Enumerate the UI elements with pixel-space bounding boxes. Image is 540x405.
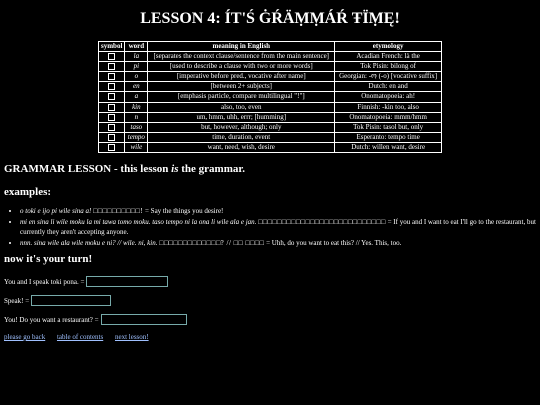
list-item: mi en sina li wile moku la mi tawa tomo … (20, 217, 540, 237)
missing-glyph-icon (108, 133, 116, 141)
missing-glyph-icon (108, 53, 116, 60)
question-label: You! Do you want a restaurant? = (4, 315, 99, 324)
meaning-cell: but, however, although; only (147, 121, 336, 133)
table-row: a [emphasis particle, compare multilingua… (97, 91, 442, 103)
etymology-cell: Dutch: en and (334, 81, 442, 93)
glyph-text: □□□□□□□□□□□□□□□□□□□□□□□□□□□ (258, 218, 386, 227)
meaning-cell: [between 2+ subjects] (147, 81, 336, 93)
meaning-cell: [separates the context clause/sentence f… (147, 50, 336, 63)
symbol-cell (97, 121, 126, 133)
etymology-cell: Finnish: -kin too, also (334, 101, 442, 113)
symbol-cell (97, 141, 126, 154)
table-row: la [separates the context clause/sentence… (97, 50, 442, 63)
word-cell: o (124, 71, 149, 83)
word-cell: tempo (124, 131, 149, 143)
symbol-cell (97, 101, 126, 113)
examples-heading: examples: (4, 186, 52, 198)
answer-input-3[interactable] (100, 314, 187, 325)
missing-glyph-icon (108, 83, 116, 91)
table-row: tempo time, duration, event Esperanto: tem… (97, 131, 442, 143)
vocabulary-table: symbol word meaning in English etymology… (97, 41, 442, 154)
meaning-cell: also, too, even (147, 101, 336, 113)
missing-glyph-icon (108, 143, 116, 151)
missing-glyph-icon (108, 93, 116, 101)
toki-pona-text: o toki e ijo pi wile sina a! (20, 207, 92, 215)
list-item: o toki e ijo pi wile sina a! □□□□□□□□□□!… (20, 206, 540, 216)
word-cell: kin (124, 101, 149, 113)
back-link[interactable]: please go back (4, 333, 45, 341)
column-header-word: word (124, 41, 149, 52)
column-header-etymology: etymology (334, 41, 442, 52)
quiz-question-3: You! Do you want a restaurant? = (4, 314, 187, 325)
missing-glyph-icon (108, 103, 116, 111)
meaning-cell: [imperative before pred., vocative after… (147, 71, 336, 83)
symbol-cell (97, 81, 126, 93)
toki-pona-text: mi en sina li wile moku la mi tawa tomo … (20, 218, 257, 227)
symbol-cell (97, 61, 126, 73)
answer-input-1[interactable] (86, 276, 169, 287)
word-cell: a (124, 91, 149, 103)
heading-emphasis: is (171, 163, 179, 175)
symbol-cell (97, 91, 126, 103)
quiz-question-1: You and I speak toki pona. = (4, 276, 169, 287)
answer-input-2[interactable] (31, 295, 112, 306)
table-row: kin also, too, even Finnish: -kin too, als… (97, 101, 442, 113)
word-cell: n (124, 111, 149, 123)
table-row: o [imperative before pred., vocative afte… (97, 71, 442, 83)
symbol-cell (97, 71, 126, 83)
etymology-cell: Acadian French: là the (334, 50, 442, 63)
etymology-cell: Tok Pisin: tasol but, only (334, 121, 442, 133)
page-title: LESSON 4: ÍT'Ś ĠŔÄṂṂÁŔ ŦÏṂĘ! (140, 10, 400, 27)
word-cell: wile (124, 141, 149, 154)
word-cell: la (124, 50, 149, 63)
etymology-cell: Dutch: willen want, desire (334, 141, 442, 154)
table-row: wile want, need, wish, desire Dutch: wille… (97, 141, 442, 154)
heading-text: the grammar. (178, 163, 245, 175)
table-row: n um, hmm, uhh, errr; [humming] Onomatopoe… (97, 111, 442, 123)
etymology-cell: Onomatopoeia: ah! (334, 91, 442, 103)
next-lesson-link[interactable]: next lesson! (115, 333, 149, 341)
question-label: Speak! = (4, 296, 30, 305)
table-row: en [between 2+ subjects] Dutch: en and (97, 81, 442, 93)
glyph-text: □□□□□□□□□□□□□? // □□ □□□□ (159, 239, 265, 248)
translation-text: = Say the things you desire! (143, 207, 224, 215)
missing-glyph-icon (108, 73, 116, 81)
meaning-cell: [emphasis particle, compare multilingual… (147, 91, 336, 103)
table-header-row: symbol word meaning in English etymology (97, 41, 442, 52)
meaning-cell: time, duration, event (147, 131, 336, 143)
meaning-cell: [used to describe a clause with two or m… (147, 61, 336, 73)
translation-text: = Uhh, do you want to eat this? // Yes. … (264, 239, 402, 248)
glyph-text: □□□□□□□□□□! (93, 207, 144, 215)
meaning-cell: want, need, wish, desire (147, 141, 336, 154)
symbol-cell (97, 50, 126, 63)
examples-list: o toki e ijo pi wile sina a! □□□□□□□□□□!… (6, 206, 540, 250)
heading-text: GRAMMAR LESSON - this lesson (4, 163, 172, 175)
question-label: You and I speak toki pona. = (4, 277, 85, 286)
word-cell: pi (124, 61, 149, 73)
etymology-cell: Onomatopoeia: mmm/hmm (334, 111, 442, 123)
list-item: nnn. sina wile ala wile moku e ni? // wi… (20, 238, 540, 248)
grammar-lesson-heading: GRAMMAR LESSON - this lesson is the gram… (4, 163, 245, 175)
table-of-contents-link[interactable]: table of contents (57, 333, 103, 341)
column-header-meaning: meaning in English (147, 41, 336, 52)
column-header-symbol: symbol (97, 41, 126, 52)
etymology-cell: Georgian: -ო (-o) [vocative suffix] (334, 71, 442, 83)
word-cell: taso (124, 121, 149, 133)
navigation-links: please go back table of contents next le… (4, 333, 159, 341)
toki-pona-text: nnn. sina wile ala wile moku e ni? // wi… (20, 239, 158, 248)
etymology-cell: Tok Pisin: bilong of (334, 61, 442, 73)
missing-glyph-icon (108, 123, 116, 131)
meaning-cell: um, hmm, uhh, errr; [humming] (147, 111, 336, 123)
symbol-cell (97, 131, 126, 143)
table-row: taso but, however, although; only Tok Pisi… (97, 121, 442, 133)
etymology-cell: Esperanto: tempo time (334, 131, 442, 143)
missing-glyph-icon (108, 63, 116, 71)
word-cell: en (124, 81, 149, 93)
table-row: pi [used to describe a clause with two or… (97, 61, 442, 73)
quiz-heading: now it's your turn! (4, 253, 93, 265)
quiz-question-2: Speak! = (4, 295, 112, 306)
missing-glyph-icon (108, 113, 116, 121)
symbol-cell (97, 111, 126, 123)
